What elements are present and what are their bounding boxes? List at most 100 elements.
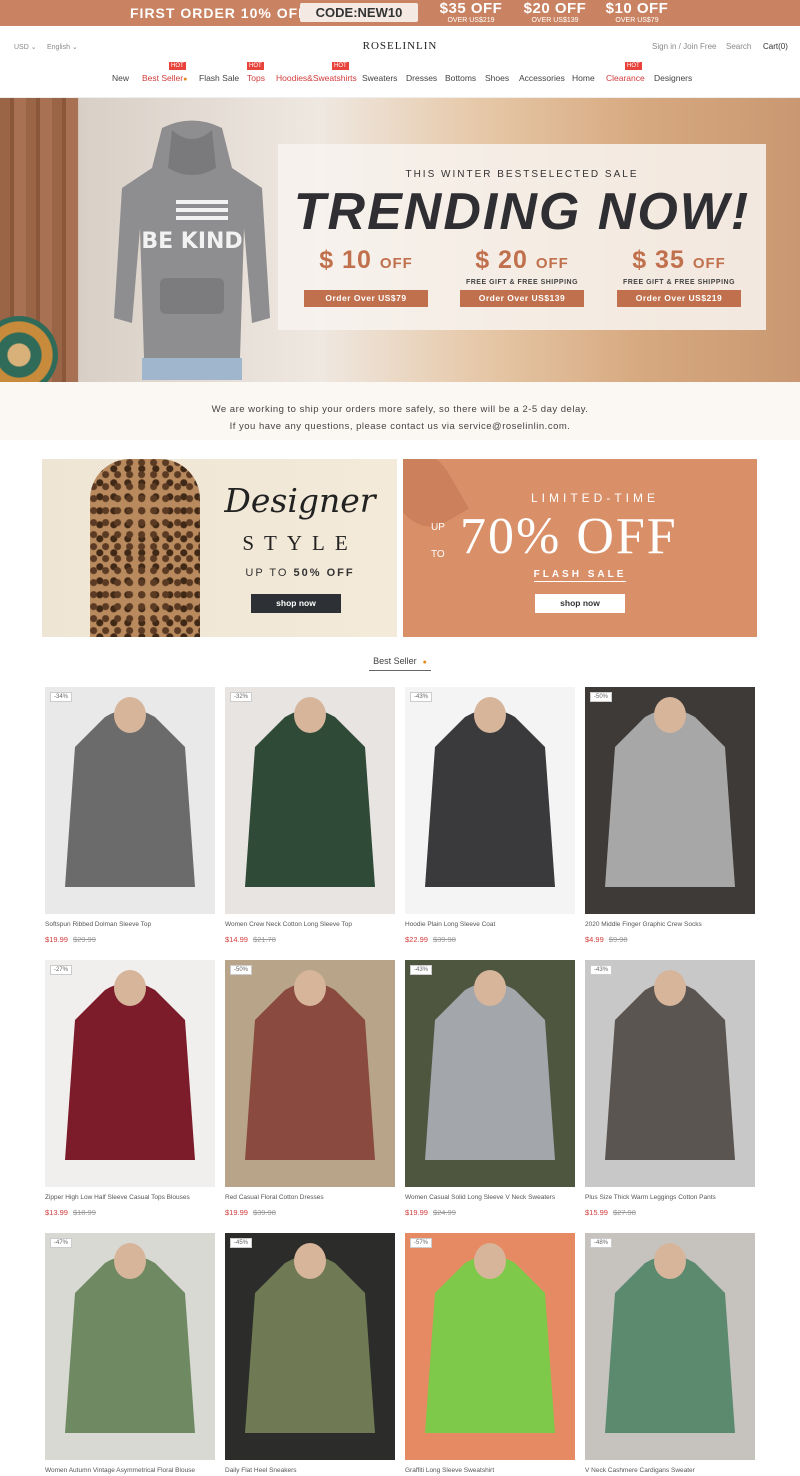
- product-name[interactable]: 2020 Middle Finger Graphic Crew Socks: [585, 921, 755, 928]
- hot-badge: HOT: [332, 62, 349, 70]
- product-image[interactable]: [585, 687, 755, 914]
- main-nav: New HOT Best Seller● Flash Sale HOT Tops…: [0, 62, 800, 87]
- nav-item-designers[interactable]: Designers: [654, 73, 692, 83]
- product-price: $13.99 $18.99: [45, 1208, 96, 1217]
- hero-eyebrow: THIS WINTER BESTSELECTED SALE: [405, 169, 639, 180]
- hot-badge: HOT: [625, 62, 642, 70]
- product-price: $14.99 $21.78: [225, 935, 276, 944]
- sale-price: $14.99: [225, 935, 248, 944]
- promo-bar[interactable]: FIRST ORDER 10% OFF CODE:NEW10 $35 OFF O…: [0, 0, 800, 26]
- sale-price: $15.99: [585, 1208, 608, 1217]
- style-word: STYLE: [242, 531, 358, 555]
- site-header: USD ⌄ English ⌄ ROSELINLIN Sign in / Joi…: [0, 26, 800, 98]
- product-image[interactable]: [405, 687, 575, 914]
- discount-badge: -45%: [230, 1238, 253, 1248]
- flame-icon: ●: [183, 76, 188, 83]
- shop-now-button[interactable]: shop now: [535, 594, 625, 613]
- product-image[interactable]: [225, 960, 395, 1187]
- nav-item-bottoms[interactable]: Bottoms: [445, 73, 476, 83]
- discount-badge: -27%: [50, 965, 73, 975]
- discount-badge: -43%: [590, 965, 613, 975]
- deal-20: $ 20 OFF FREE GIFT & FREE SHIPPING Order…: [457, 246, 587, 307]
- search-link[interactable]: Search: [726, 42, 751, 51]
- product-name[interactable]: V Neck Cashmere Cardigans Sweater: [585, 1467, 755, 1474]
- order-over-219-button[interactable]: Order Over US$219: [617, 290, 741, 307]
- flash-sale-banner[interactable]: LIMITED-TIME UP TO 70% OFF FLASH SALE sho…: [403, 459, 757, 637]
- nav-item-home[interactable]: Home: [572, 73, 595, 83]
- original-price: $21.78: [252, 935, 276, 944]
- nav-item-clearance[interactable]: HOT Clearance: [606, 62, 645, 83]
- product-image[interactable]: [225, 687, 395, 914]
- product-name[interactable]: Red Casual Floral Cotton Dresses: [225, 1194, 395, 1201]
- flash-sale-label: FLASH SALE: [533, 569, 627, 582]
- product-name[interactable]: Daily Flat Heel Sneakers: [225, 1467, 395, 1474]
- product-image[interactable]: [585, 960, 755, 1187]
- notice-line-1: We are working to ship your orders more …: [211, 404, 589, 415]
- promo-offer-10: $10 OFF OVER US$79: [605, 0, 669, 24]
- flame-icon: ●: [418, 659, 429, 671]
- hoodie-model-image: BE KIND: [114, 120, 270, 380]
- hero-banner[interactable]: BE KIND THIS WINTER BESTSELECTED SALE TR…: [0, 98, 800, 382]
- notice-line-2: If you have any questions, please contac…: [229, 421, 571, 432]
- seventy-percent-off: 70% OFF: [460, 508, 678, 565]
- product-name[interactable]: Women Crew Neck Cotton Long Sleeve Top: [225, 921, 395, 928]
- promo-offer-20: $20 OFF OVER US$139: [523, 0, 587, 24]
- product-name[interactable]: Women Casual Solid Long Sleeve V Neck Sw…: [405, 1194, 575, 1201]
- sale-price: $19.99: [225, 1208, 248, 1217]
- original-price: $39.98: [432, 935, 456, 944]
- product-name[interactable]: Hoodie Plain Long Sleeve Coat: [405, 921, 575, 928]
- product-name[interactable]: Zipper High Low Half Sleeve Casual Tops …: [45, 1194, 215, 1201]
- product-name[interactable]: Women Autumn Vintage Asymmetrical Floral…: [45, 1467, 215, 1474]
- order-over-79-button[interactable]: Order Over US$79: [304, 290, 428, 307]
- hot-badge: HOT: [247, 62, 264, 70]
- discount-badge: -50%: [230, 965, 253, 975]
- product-price: $19.99 $24.99: [405, 1208, 456, 1217]
- original-price: $24.99: [432, 1208, 456, 1217]
- original-price: $29.99: [72, 935, 96, 944]
- nav-item-sweaters[interactable]: Sweaters: [362, 73, 397, 83]
- product-image[interactable]: [225, 1233, 395, 1460]
- nav-item-tops[interactable]: HOT Tops: [247, 62, 265, 83]
- discount-badge: -57%: [410, 1238, 433, 1248]
- product-image[interactable]: [45, 687, 215, 914]
- discount-badge: -48%: [590, 1238, 613, 1248]
- sale-price: $19.99: [45, 935, 68, 944]
- designer-style-banner[interactable]: Designer STYLE UP TO 50% OFF shop now: [42, 459, 397, 637]
- signin-link[interactable]: Sign in / Join Free: [652, 42, 716, 51]
- product-price: $19.99 $29.99: [45, 935, 96, 944]
- nav-item-accessories[interactable]: Accessories: [519, 73, 565, 83]
- original-price: $39.98: [252, 1208, 276, 1217]
- product-image[interactable]: [45, 1233, 215, 1460]
- nav-item-flash-sale[interactable]: Flash Sale: [199, 73, 239, 83]
- product-image[interactable]: [405, 960, 575, 1187]
- product-price: $22.99 $39.98: [405, 935, 456, 944]
- promo-code: CODE:NEW10: [300, 3, 418, 22]
- product-image[interactable]: [585, 1233, 755, 1460]
- original-price: $27.98: [612, 1208, 636, 1217]
- first-order-text: FIRST ORDER 10% OFF: [130, 5, 308, 21]
- product-price: $15.99 $27.98: [585, 1208, 636, 1217]
- product-image[interactable]: [405, 1233, 575, 1460]
- hot-badge: HOT: [169, 62, 186, 70]
- deal-10: $ 10 OFF Order Over US$79: [301, 246, 431, 307]
- product-image[interactable]: [45, 960, 215, 1187]
- original-price: $9.98: [608, 935, 628, 944]
- product-name[interactable]: Graffiti Long Sleeve Sweatshirt: [405, 1467, 575, 1474]
- nav-item-best-seller[interactable]: HOT Best Seller●: [142, 62, 188, 83]
- order-over-139-button[interactable]: Order Over US$139: [460, 290, 584, 307]
- hero-title: TRENDING NOW!: [293, 183, 751, 241]
- discount-badge: -34%: [50, 692, 73, 702]
- sale-price: $4.99: [585, 935, 604, 944]
- nav-item-shoes[interactable]: Shoes: [485, 73, 509, 83]
- nav-item-dresses[interactable]: Dresses: [406, 73, 437, 83]
- cart-link[interactable]: Cart(0): [763, 42, 788, 51]
- discount-badge: -43%: [410, 692, 433, 702]
- best-seller-heading: Best Seller ●: [0, 656, 800, 671]
- product-name[interactable]: Softspun Ribbed Dolman Sleeve Top: [45, 921, 215, 928]
- discount-badge: -32%: [230, 692, 253, 702]
- product-name[interactable]: Plus Size Thick Warm Leggings Cotton Pan…: [585, 1194, 755, 1201]
- nav-item-hoodies[interactable]: HOT Hoodies&Sweatshirts: [276, 62, 357, 83]
- shop-now-button[interactable]: shop now: [251, 594, 341, 613]
- discount-badge: -43%: [410, 965, 433, 975]
- nav-item-new[interactable]: New: [112, 73, 129, 83]
